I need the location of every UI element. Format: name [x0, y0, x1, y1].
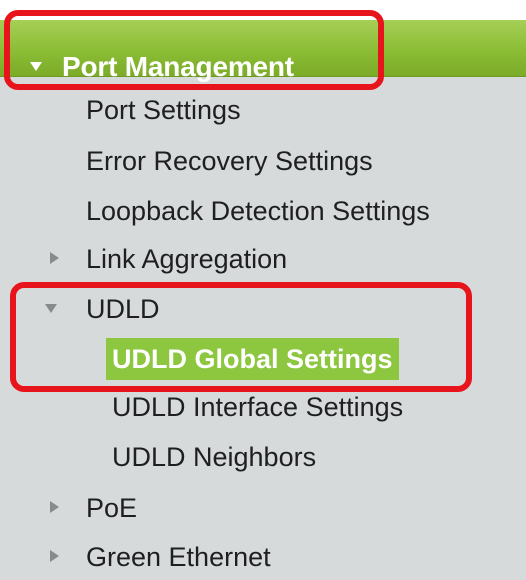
nav-item-port-settings[interactable]: Port Settings	[86, 95, 241, 126]
port-management-header[interactable]: Port Management	[0, 20, 526, 82]
nav-item-udld-neighbors[interactable]: UDLD Neighbors	[112, 442, 316, 473]
header-expand-arrow-icon[interactable]	[30, 62, 42, 71]
nav-item-green-ethernet[interactable]: Green Ethernet	[86, 542, 271, 573]
nav-item-loopback-detection-settings[interactable]: Loopback Detection Settings	[86, 196, 430, 227]
nav-item-udld-global-settings[interactable]: UDLD Global Settings	[106, 338, 399, 380]
nav-item-error-recovery-settings[interactable]: Error Recovery Settings	[86, 146, 373, 177]
link-aggregation-expand-icon[interactable]	[50, 252, 59, 264]
green-ethernet-expand-icon[interactable]	[50, 550, 59, 562]
nav-item-link-aggregation[interactable]: Link Aggregation	[86, 244, 287, 275]
nav-item-poe[interactable]: PoE	[86, 493, 137, 524]
header-title: Port Management	[62, 51, 294, 82]
navigation-tree: Port Management Port Settings Error Reco…	[0, 0, 526, 580]
top-margin	[0, 0, 526, 20]
udld-collapse-icon[interactable]	[45, 304, 57, 313]
nav-item-udld[interactable]: UDLD	[86, 294, 160, 325]
poe-expand-icon[interactable]	[50, 501, 59, 513]
nav-item-udld-interface-settings[interactable]: UDLD Interface Settings	[112, 392, 403, 423]
